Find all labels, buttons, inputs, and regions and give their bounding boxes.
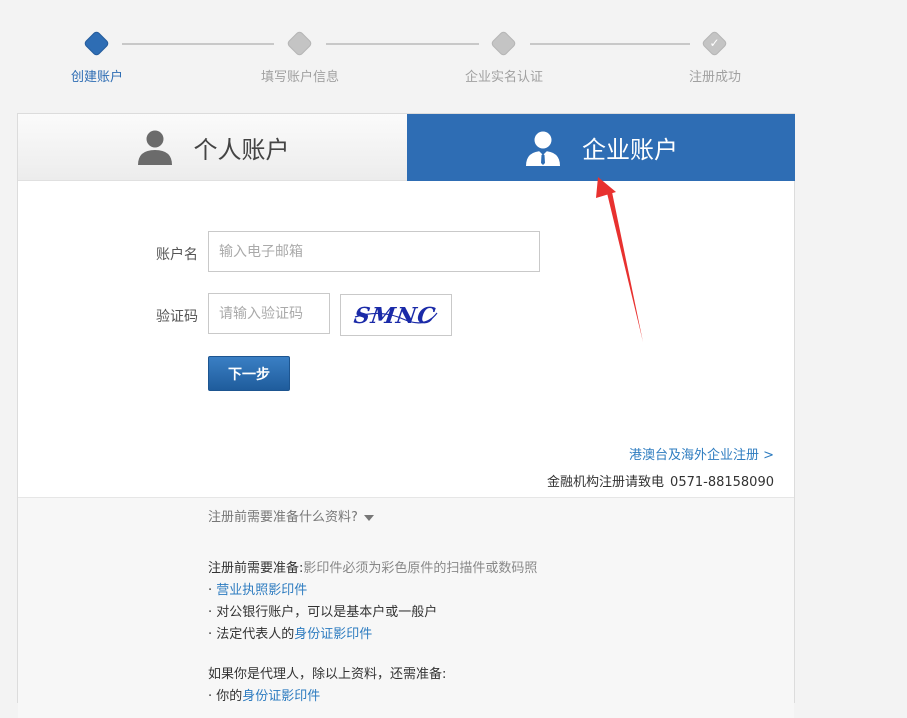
prep-intro: 注册前需要准备:影印件必须为彩色原件的扫描件或数码照 xyxy=(208,558,537,580)
prep-item: · 你的身份证影印件 xyxy=(208,689,321,704)
tab-enterprise-label: 企业账户 xyxy=(582,136,678,164)
step-3-marker-icon xyxy=(490,30,517,57)
caret-down-icon xyxy=(363,514,374,521)
registration-card: 个人账户 企业账户 账户名 验证码 SMNC 下一步 港澳台及海外企业注册 > … xyxy=(17,113,795,718)
captcha-input[interactable] xyxy=(208,293,330,334)
step-connector xyxy=(122,43,274,45)
preparation-toggle[interactable]: 注册前需要准备什么资料? xyxy=(208,506,374,525)
step-4-label: 注册成功 xyxy=(688,70,742,85)
financial-phone: 0571-88158090 xyxy=(670,475,774,490)
business-license-link[interactable]: 营业执照影印件 xyxy=(216,583,307,598)
financial-institution-contact: 金融机构注册请致电 0571-88158090 xyxy=(547,471,774,490)
captcha-label: 验证码 xyxy=(156,309,198,325)
person-icon xyxy=(137,130,172,165)
prep-item: · 法定代表人的身份证影印件 xyxy=(208,627,373,642)
tab-personal-account[interactable]: 个人账户 xyxy=(18,114,407,181)
step-3-label: 企业实名认证 xyxy=(464,70,544,85)
agent-id-prefix: 你的 xyxy=(216,689,243,704)
prep-item: · 对公银行账户，可以是基本户或一般户 xyxy=(208,605,438,620)
step-connector xyxy=(530,43,690,45)
prep-intro-label: 注册前需要准备: xyxy=(208,561,304,576)
business-person-icon xyxy=(526,131,560,166)
step-1-marker-icon xyxy=(83,30,110,57)
preparation-header-text: 注册前需要准备什么资料? xyxy=(208,510,358,525)
step-4-check-icon: ✓ xyxy=(701,30,728,57)
step-connector xyxy=(326,43,479,45)
email-input[interactable] xyxy=(208,231,540,272)
account-type-tabs: 个人账户 企业账户 xyxy=(18,114,795,181)
captcha-image[interactable]: SMNC xyxy=(340,294,452,336)
next-step-button[interactable]: 下一步 xyxy=(208,356,290,391)
preparation-content: 注册前需要准备:影印件必须为彩色原件的扫描件或数码照 · 营业执照影印件 · 对… xyxy=(208,558,537,708)
preparation-panel: 注册前需要准备什么资料? 注册前需要准备:影印件必须为彩色原件的扫描件或数码照 … xyxy=(18,497,794,718)
step-1-label: 创建账户 xyxy=(70,70,124,85)
registration-steps: ✓ 创建账户 填写账户信息 企业实名认证 注册成功 xyxy=(0,0,907,100)
hk-overseas-register-link[interactable]: 港澳台及海外企业注册 > xyxy=(629,444,774,463)
tab-personal-label: 个人账户 xyxy=(193,135,290,164)
prep-item: · 营业执照影印件 xyxy=(208,583,308,598)
financial-text: 金融机构注册请致电 xyxy=(547,475,665,490)
step-2-label: 填写账户信息 xyxy=(260,70,340,85)
tab-enterprise-account[interactable]: 企业账户 xyxy=(407,114,795,181)
agent-intro: 如果你是代理人，除以上资料，还需准备: xyxy=(208,667,447,682)
legal-rep-id-link[interactable]: 身份证影印件 xyxy=(294,627,372,642)
legal-rep-text: 法定代表人的 xyxy=(216,627,295,642)
account-name-label: 账户名 xyxy=(156,247,198,263)
prep-intro-note: 影印件必须为彩色原件的扫描件或数码照 xyxy=(303,561,538,576)
agent-id-link[interactable]: 身份证影印件 xyxy=(242,689,320,704)
step-2-marker-icon xyxy=(286,30,313,57)
bank-account-text: 对公银行账户，可以是基本户或一般户 xyxy=(216,605,438,620)
